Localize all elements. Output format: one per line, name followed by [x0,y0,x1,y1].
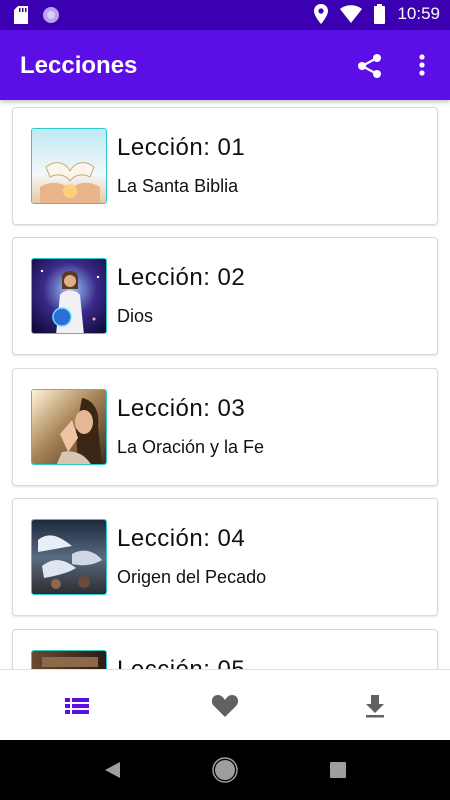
lesson-subtitle: Origen del Pecado [117,567,267,587]
recents-icon[interactable] [329,761,347,779]
heart-icon[interactable] [210,692,240,720]
lesson-title: Lección: 02 [117,264,246,291]
lesson-title: Lección: 04 [117,525,246,552]
system-navigation-bar [0,740,450,800]
wifi-icon [340,5,363,23]
lesson-card-01[interactable]: Lección: 01 La Santa Biblia [12,107,438,225]
lesson-card-02[interactable]: Lección: 02 Dios [12,237,438,355]
bottom-navigation [0,669,450,740]
lessons-list[interactable]: Lección: 01 La Santa Biblia Lección: 02 … [0,100,450,669]
back-icon[interactable] [102,760,122,780]
status-time: 10:59 [397,4,440,23]
lesson-subtitle: Dios [117,306,154,326]
lesson-title: Lección: 05 [117,656,245,669]
app-bar: Lecciones [0,30,450,100]
share-icon[interactable] [356,52,384,80]
lesson-image-prayer [31,389,107,465]
lesson-image-god [31,258,107,334]
lesson-card-03[interactable]: Lección: 03 La Oración y la Fe [12,368,438,486]
lesson-image-05 [31,650,107,669]
download-icon[interactable] [360,692,390,720]
page-title: Lecciones [20,52,138,79]
lesson-title: Lección: 01 [117,134,246,161]
lesson-card-05[interactable]: Lección: 05 [12,629,438,669]
lesson-subtitle: La Oración y la Fe [117,437,265,457]
sd-card-icon [14,6,28,24]
lesson-card-04[interactable]: Lección: 04 Origen del Pecado [12,498,438,616]
more-vert-icon[interactable] [412,52,432,80]
location-icon [314,4,329,24]
spinner-icon [43,7,59,23]
home-icon[interactable] [212,757,238,783]
list-icon[interactable] [62,692,92,720]
lesson-image-bible [31,128,107,204]
lesson-image-sin [31,519,107,595]
battery-icon [374,4,386,24]
status-bar: 10:59 [0,0,450,30]
lesson-subtitle: La Santa Biblia [117,176,239,196]
lesson-title: Lección: 03 [117,395,246,422]
